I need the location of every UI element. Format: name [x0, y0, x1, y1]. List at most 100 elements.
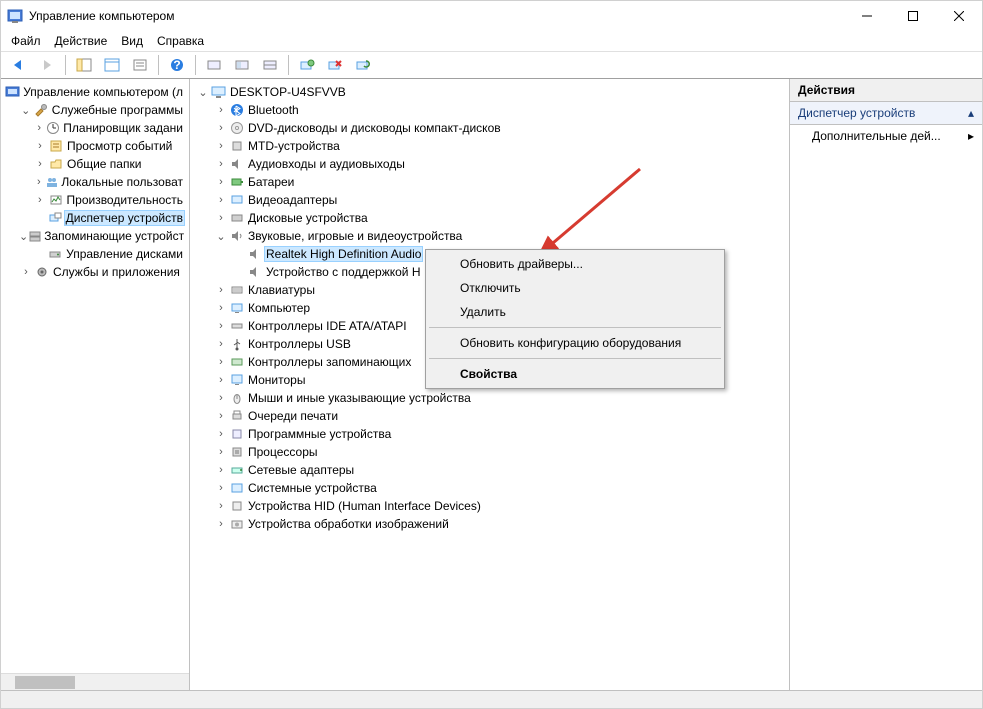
expand-icon[interactable]: ›	[214, 284, 228, 296]
device-audio-io[interactable]: ›Аудиовходы и аудиовыходы	[192, 155, 789, 173]
device-sound[interactable]: ⌄Звуковые, игровые и видеоустройства	[192, 227, 789, 245]
expand-icon[interactable]: ›	[214, 392, 228, 404]
expand-icon[interactable]: ›	[214, 140, 228, 152]
context-scan[interactable]: Обновить конфигурацию оборудования	[428, 331, 722, 355]
device-print-queues[interactable]: ›Очереди печати	[192, 407, 789, 425]
collapse-icon[interactable]: ⌄	[196, 86, 210, 99]
tree-local-users[interactable]: › Локальные пользоват	[3, 173, 189, 191]
context-disable[interactable]: Отключить	[428, 276, 722, 300]
properties-button[interactable]	[100, 54, 124, 76]
collapse-icon[interactable]: ⌄	[214, 230, 228, 243]
maximize-button[interactable]	[890, 1, 936, 31]
uninstall-device-button[interactable]	[323, 54, 347, 76]
device-mice[interactable]: ›Мыши и иные указывающие устройства	[192, 389, 789, 407]
expand-icon[interactable]: ›	[214, 194, 228, 206]
expand-icon[interactable]: ›	[214, 410, 228, 422]
minimize-button[interactable]	[844, 1, 890, 31]
menu-help[interactable]: Справка	[157, 34, 204, 48]
expand-icon[interactable]: ›	[33, 140, 47, 152]
bluetooth-icon	[228, 103, 246, 117]
tree-system-tools[interactable]: ⌄ Служебные программы	[3, 101, 189, 119]
close-button[interactable]	[936, 1, 982, 31]
expand-icon[interactable]: ›	[214, 158, 228, 170]
tree-task-scheduler[interactable]: › Планировщик задани	[3, 119, 189, 137]
device-processors[interactable]: ›Процессоры	[192, 443, 789, 461]
context-delete[interactable]: Удалить	[428, 300, 722, 324]
software-device-icon	[228, 427, 246, 441]
expand-icon[interactable]: ›	[33, 176, 45, 188]
help-button[interactable]: ?	[165, 54, 189, 76]
shared-folders-icon	[47, 157, 65, 171]
tree-performance[interactable]: › Производительность	[3, 191, 189, 209]
menubar: Файл Действие Вид Справка	[1, 31, 982, 51]
device-software[interactable]: ›Программные устройства	[192, 425, 789, 443]
sound-device-icon	[246, 247, 264, 261]
actions-pane: Действия Диспетчер устройств ▴ Дополните…	[790, 79, 982, 690]
collapse-arrow-icon: ▴	[968, 106, 974, 120]
device-network[interactable]: ›Сетевые адаптеры	[192, 461, 789, 479]
collapse-icon[interactable]: ⌄	[19, 104, 32, 117]
tb-icon-7[interactable]	[258, 54, 282, 76]
printer-icon	[228, 409, 246, 423]
back-button[interactable]	[7, 54, 31, 76]
tree-services-apps[interactable]: › Службы и приложения	[3, 263, 189, 281]
expand-icon[interactable]: ›	[214, 302, 228, 314]
expand-icon[interactable]: ›	[214, 104, 228, 116]
expand-icon[interactable]: ›	[33, 194, 47, 206]
actions-section[interactable]: Диспетчер устройств ▴	[790, 102, 982, 125]
tb-icon-6[interactable]	[230, 54, 254, 76]
scan-hardware-button[interactable]	[295, 54, 319, 76]
collapse-icon[interactable]: ⌄	[19, 230, 28, 243]
expand-icon[interactable]: ›	[214, 356, 228, 368]
expand-icon[interactable]: ›	[33, 122, 45, 134]
device-bluetooth[interactable]: ›Bluetooth	[192, 101, 789, 119]
actions-more[interactable]: Дополнительные дей... ▸	[790, 125, 982, 147]
expand-icon[interactable]: ›	[214, 518, 228, 530]
device-mtd[interactable]: ›MTD-устройства	[192, 137, 789, 155]
expand-icon[interactable]: ›	[33, 158, 47, 170]
sound-device-icon	[246, 265, 264, 279]
tree-storage[interactable]: ⌄ Запоминающие устройст	[3, 227, 189, 245]
expand-icon[interactable]: ›	[214, 338, 228, 350]
expand-icon[interactable]: ›	[214, 320, 228, 332]
expand-icon[interactable]: ›	[19, 266, 33, 278]
expand-icon[interactable]: ›	[214, 482, 228, 494]
expand-icon[interactable]: ›	[214, 500, 228, 512]
show-hide-tree-button[interactable]	[72, 54, 96, 76]
device-imaging[interactable]: ›Устройства обработки изображений	[192, 515, 789, 533]
device-tree-pane: ⌄ DESKTOP-U4SFVVB ›Bluetooth ›DVD-дисков…	[190, 79, 790, 690]
device-batteries[interactable]: ›Батареи	[192, 173, 789, 191]
expand-icon[interactable]: ›	[214, 464, 228, 476]
context-update-drivers[interactable]: Обновить драйверы...	[428, 252, 722, 276]
tree-shared-folders[interactable]: › Общие папки	[3, 155, 189, 173]
device-system[interactable]: ›Системные устройства	[192, 479, 789, 497]
horizontal-scrollbar[interactable]	[1, 673, 189, 690]
tree-device-manager[interactable]: Диспетчер устройств	[3, 209, 189, 227]
device-disks[interactable]: ›Дисковые устройства	[192, 209, 789, 227]
forward-button[interactable]	[35, 54, 59, 76]
device-dvd[interactable]: ›DVD-дисководы и дисководы компакт-диско…	[192, 119, 789, 137]
device-hid[interactable]: ›Устройства HID (Human Interface Devices…	[192, 497, 789, 515]
tree-disk-mgmt[interactable]: Управление дисками	[3, 245, 189, 263]
menu-action[interactable]: Действие	[55, 34, 108, 48]
monitor-icon	[228, 373, 246, 387]
expand-icon[interactable]: ›	[214, 212, 228, 224]
device-video[interactable]: ›Видеоадаптеры	[192, 191, 789, 209]
device-root[interactable]: ⌄ DESKTOP-U4SFVVB	[192, 83, 789, 101]
device-manager-icon	[46, 211, 63, 225]
tb-icon-5[interactable]	[202, 54, 226, 76]
expand-icon[interactable]: ›	[214, 428, 228, 440]
expand-icon[interactable]: ›	[214, 122, 228, 134]
menu-file[interactable]: Файл	[11, 34, 41, 48]
tree-root[interactable]: Управление компьютером (л	[3, 83, 189, 101]
context-properties[interactable]: Свойства	[428, 362, 722, 386]
mtd-icon	[228, 139, 246, 153]
export-list-button[interactable]	[128, 54, 152, 76]
tools-icon	[32, 103, 49, 117]
expand-icon[interactable]: ›	[214, 374, 228, 386]
menu-view[interactable]: Вид	[121, 34, 143, 48]
expand-icon[interactable]: ›	[214, 176, 228, 188]
expand-icon[interactable]: ›	[214, 446, 228, 458]
update-driver-button[interactable]	[351, 54, 375, 76]
tree-event-viewer[interactable]: › Просмотр событий	[3, 137, 189, 155]
